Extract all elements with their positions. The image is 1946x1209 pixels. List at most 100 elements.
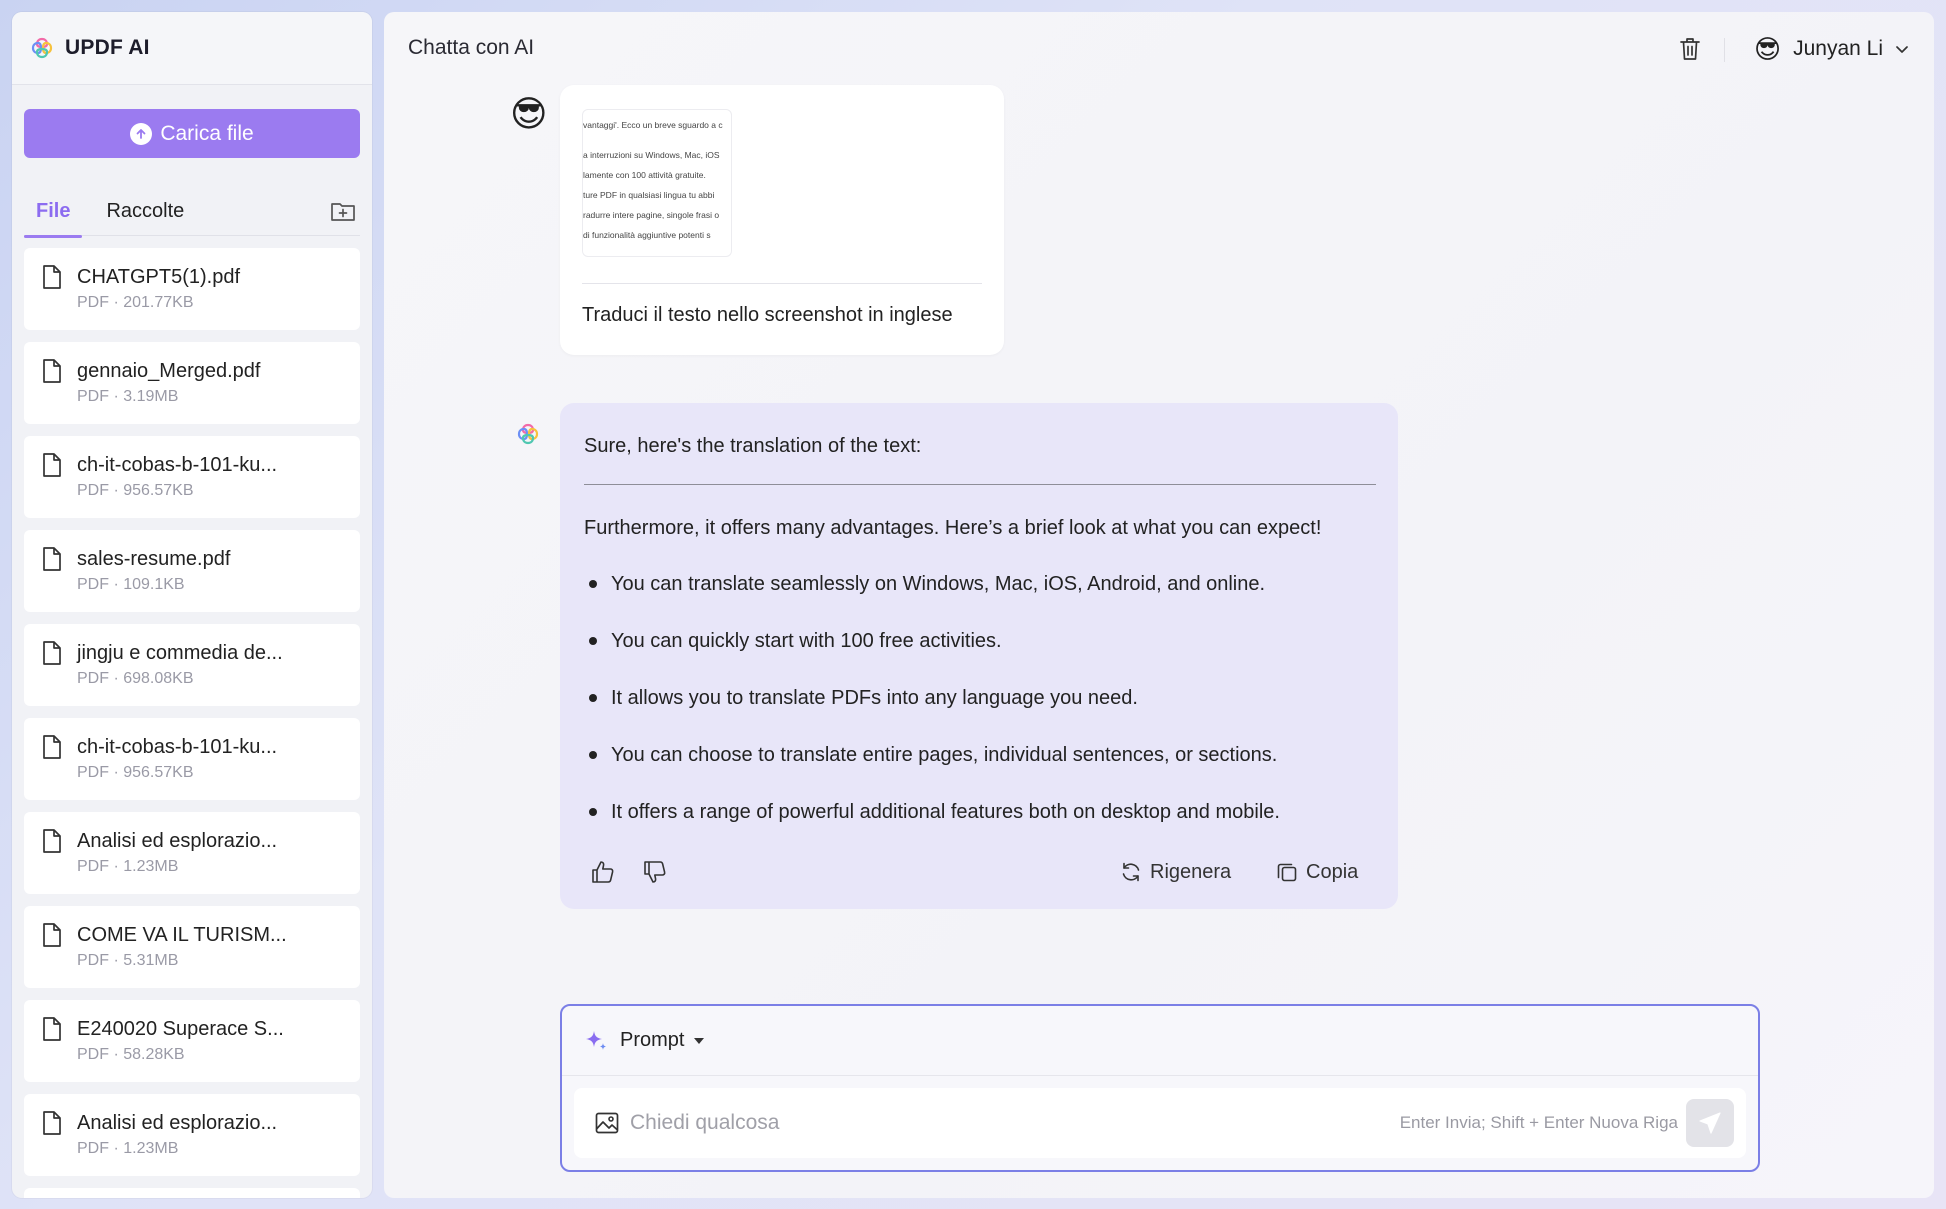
file-icon xyxy=(43,641,61,665)
file-icon xyxy=(43,1017,61,1041)
screenshot-line: lamente con 100 attività gratuite. xyxy=(583,170,706,180)
prompt-bar: Prompt xyxy=(562,1006,1758,1076)
ai-message: Sure, here's the translation of the text… xyxy=(560,403,1398,909)
app-title: UPDF AI xyxy=(65,36,150,59)
file-name: Analisi ed esplorazio... xyxy=(77,830,278,852)
list-item: You can choose to translate entire pages… xyxy=(584,744,1280,801)
file-meta: PDF · 698.08KB xyxy=(77,670,194,687)
file-icon xyxy=(43,359,61,383)
list-item: It allows you to translate PDFs into any… xyxy=(584,687,1280,744)
chat-header: Chatta con AI 😎 Junyan Li xyxy=(384,12,1934,85)
copy-label: Copia xyxy=(1306,860,1359,883)
file-meta: PDF · 1.23MB xyxy=(77,858,179,875)
ai-message-rule xyxy=(584,484,1376,485)
upload-file-label: Carica file xyxy=(160,121,254,145)
file-name: sales-resume.pdf xyxy=(77,548,231,570)
list-item: You can translate seamlessly on Windows,… xyxy=(584,573,1280,630)
chat-input[interactable] xyxy=(630,1100,1370,1146)
sidebar-tabs: File Raccolte xyxy=(24,184,360,238)
image-upload-icon[interactable] xyxy=(594,1110,620,1136)
screenshot-line: a interruzioni su Windows, Mac, iOS xyxy=(583,150,720,160)
sparkle-icon xyxy=(586,1030,606,1050)
file-name: ch-it-cobas-b-101-ku... xyxy=(77,454,278,476)
file-name: gennaio_Merged.pdf xyxy=(77,360,261,382)
header-divider xyxy=(1724,38,1725,62)
chevron-down-icon xyxy=(1896,46,1908,53)
file-item[interactable]: gennaio_Merged.pdf PDF · 3.19MB xyxy=(24,342,360,424)
screenshot-line: ture PDF in qualsiasi lingua tu abbi xyxy=(583,190,715,200)
file-name: jingju e commedia de... xyxy=(77,642,283,664)
user-menu[interactable]: 😎 Junyan Li xyxy=(1754,32,1909,66)
file-item[interactable]: E240020 Superace S... PDF · 58.28KB xyxy=(24,1000,360,1082)
screenshot-attachment[interactable]: vantaggi'. Ecco un breve sguardo a c a i… xyxy=(582,109,732,257)
file-meta: PDF · 3.19MB xyxy=(77,388,179,405)
file-name: E240020 Superace S... xyxy=(77,1018,284,1040)
file-meta: PDF · 58.28KB xyxy=(77,1046,185,1063)
list-item: It offers a range of powerful additional… xyxy=(584,801,1280,858)
new-folder-icon[interactable] xyxy=(330,200,356,222)
sidebar: UPDF AI Carica file File Raccolte CHATGP… xyxy=(12,12,372,1198)
file-name: Analisi ed esplorazio... xyxy=(77,1112,278,1134)
ai-message-lead: Furthermore, it offers many advantages. … xyxy=(584,517,1322,539)
sidebar-header: UPDF AI xyxy=(12,12,372,85)
file-meta: PDF · 956.57KB xyxy=(77,482,194,499)
file-meta: PDF · 956.57KB xyxy=(77,764,194,781)
file-name: COME VA IL TURISM... xyxy=(77,924,287,946)
thumbs-down-icon[interactable] xyxy=(642,859,668,885)
file-icon xyxy=(43,1111,61,1135)
file-icon xyxy=(43,829,61,853)
input-row: Enter Invia; Shift + Enter Nuova Riga xyxy=(574,1088,1746,1158)
ai-message-intro: Sure, here's the translation of the text… xyxy=(584,435,922,457)
file-icon xyxy=(43,735,61,759)
ai-message-actions: Rigenera Copia xyxy=(584,857,1376,887)
copy-button[interactable]: Copia xyxy=(1276,857,1358,887)
file-item[interactable]: ch-it-cobas-b-101-ku... PDF · 956.57KB xyxy=(24,436,360,518)
user-message-text: Traduci il testo nello screenshot in ing… xyxy=(582,304,953,326)
refresh-icon xyxy=(1122,862,1140,882)
list-item: You can quickly start with 100 free acti… xyxy=(584,630,1280,687)
upload-file-button[interactable]: Carica file xyxy=(24,109,360,158)
prompt-label: Prompt xyxy=(620,1029,685,1051)
send-icon xyxy=(1699,1112,1721,1134)
updf-logo-icon xyxy=(31,37,53,59)
user-message: vantaggi'. Ecco un breve sguardo a c a i… xyxy=(560,85,1004,355)
page-title: Chatta con AI xyxy=(408,36,535,59)
file-item[interactable]: COME VA IL TURISM... PDF · 5.31MB xyxy=(24,906,360,988)
thumbs-up-icon[interactable] xyxy=(590,859,616,885)
trash-icon[interactable] xyxy=(1678,36,1702,62)
ai-avatar-icon xyxy=(517,423,539,445)
copy-icon xyxy=(1277,863,1297,882)
file-icon xyxy=(43,923,61,947)
screenshot-line: di funzionalità aggiuntive potenti s xyxy=(583,230,711,240)
file-item[interactable]: ch-it-cobas-b-101-ku... PDF · 956.57KB xyxy=(24,718,360,800)
tab-file[interactable]: File xyxy=(24,184,83,238)
file-item[interactable] xyxy=(24,1188,360,1198)
file-meta: PDF · 201.77KB xyxy=(77,294,194,311)
file-icon xyxy=(43,453,61,477)
file-meta: PDF · 5.31MB xyxy=(77,952,179,969)
regenerate-button[interactable]: Rigenera xyxy=(1120,857,1231,887)
regenerate-label: Rigenera xyxy=(1150,860,1232,883)
file-icon xyxy=(43,547,61,571)
caret-down-icon xyxy=(694,1037,705,1044)
screenshot-line: radurre intere pagine, singole frasi o xyxy=(583,210,720,220)
tab-raccolte[interactable]: Raccolte xyxy=(94,184,196,237)
file-name: ch-it-cobas-b-101-ku... xyxy=(77,736,278,758)
file-meta: PDF · 1.23MB xyxy=(77,1140,179,1157)
prompt-dropdown[interactable]: Prompt xyxy=(584,1029,705,1053)
user-name: Junyan Li xyxy=(1793,37,1884,60)
user-avatar: 😎 xyxy=(1754,34,1782,64)
file-item[interactable]: sales-resume.pdf PDF · 109.1KB xyxy=(24,530,360,612)
chat-panel: Chatta con AI 😎 Junyan Li 😎 vantaggi'. E… xyxy=(384,12,1934,1198)
file-list: CHATGPT5(1).pdf PDF · 201.77KB gennaio_Me… xyxy=(24,248,360,1198)
message-divider xyxy=(582,283,982,284)
file-item[interactable]: Analisi ed esplorazio... PDF · 1.23MB xyxy=(24,1094,360,1176)
send-button[interactable] xyxy=(1686,1099,1734,1147)
file-item[interactable]: CHATGPT5(1).pdf PDF · 201.77KB xyxy=(24,248,360,330)
keyboard-hint: Enter Invia; Shift + Enter Nuova Riga xyxy=(1399,1113,1678,1132)
upload-arrow-icon xyxy=(130,122,153,145)
file-item[interactable]: jingju e commedia de... PDF · 698.08KB xyxy=(24,624,360,706)
ai-bullet-list: You can translate seamlessly on Windows,… xyxy=(584,573,1280,858)
file-item[interactable]: Analisi ed esplorazio... PDF · 1.23MB xyxy=(24,812,360,894)
file-name: CHATGPT5(1).pdf xyxy=(77,266,240,288)
